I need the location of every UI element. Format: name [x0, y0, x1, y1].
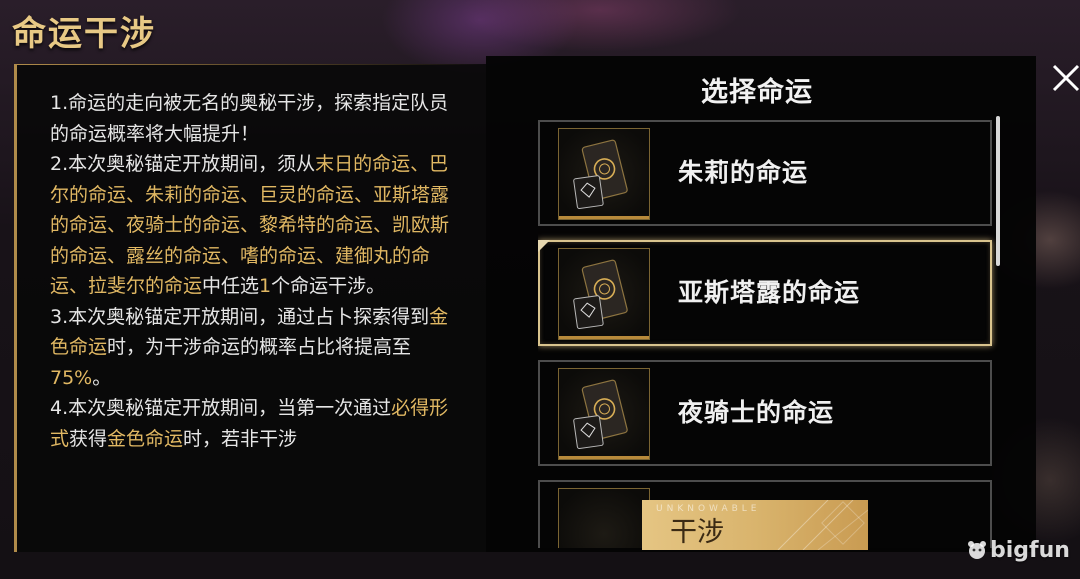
fate-item-label: 亚斯塔露的命运 — [678, 278, 861, 307]
rule-text: 个命运干涉。 — [271, 275, 386, 297]
rule-text: 时，若非干涉 — [183, 427, 298, 450]
fate-list[interactable]: 朱莉的命运 亚斯塔露的命运 夜骑士的命运 — [538, 116, 998, 548]
rules-panel: 1.命运的走向被无名的奥秘干涉，探索指定队员的命运概率将大幅提升！ 2.本次奥秘… — [14, 64, 486, 552]
list-scrollbar[interactable] — [996, 116, 1000, 266]
fate-item-astaroth[interactable]: 亚斯塔露的命运 — [538, 240, 992, 346]
rule-text: 获得 — [69, 427, 108, 450]
fate-item-julie[interactable]: 朱莉的命运 — [538, 120, 992, 226]
fate-item-label: 夜骑士的命运 — [678, 398, 835, 427]
fate-item-night-knight[interactable]: 夜骑士的命运 — [538, 360, 992, 466]
fate-card-icon — [558, 488, 650, 548]
interfere-button[interactable]: UNKNOWABLE 干涉 — [642, 500, 868, 550]
fate-card-icon — [558, 128, 650, 220]
rule-text: 中任选 — [202, 275, 260, 297]
interfere-button-label: 干涉 — [670, 517, 724, 548]
rule-text: 4.本次奥秘锚定开放期间，当第一次通过 — [50, 397, 392, 419]
rule-text: 时，为干涉命运的概率占比将提高至 — [107, 336, 412, 358]
highlight-text: 75% — [50, 366, 93, 389]
rule-2: 2.本次奥秘锚定开放期间，须从末日的命运、巴尔的命运、朱莉的命运、巨灵的命运、亚… — [50, 149, 450, 302]
watermark: bigfun — [966, 538, 1070, 563]
rule-3: 3.本次奥秘锚定开放期间，通过占卜探索得到金色命运时，为干涉命运的概率占比将提高… — [50, 302, 450, 394]
rule-1: 1.命运的走向被无名的奥秘干涉，探索指定队员的命运概率将大幅提升！ — [50, 92, 449, 145]
bigfun-logo-icon — [968, 541, 986, 559]
select-panel-title: 选择命运 — [701, 77, 813, 108]
rule-4: 4.本次奥秘锚定开放期间，当第一次通过必得形式获得金色命运时，若非干涉 — [50, 393, 450, 454]
button-decoration-icon — [777, 500, 868, 550]
rule-text: 。 — [92, 366, 112, 389]
close-icon[interactable] — [1050, 62, 1080, 94]
rule-text: 3.本次奥秘锚定开放期间，通过占卜探索得到 — [50, 305, 430, 328]
selected-corner-mark — [538, 240, 550, 252]
highlight-text: 1 — [259, 275, 272, 297]
fate-card-icon — [558, 368, 650, 460]
rule-text: 2.本次奥秘锚定开放期间，须从 — [50, 153, 316, 175]
highlight-text: 金色命运 — [107, 427, 184, 450]
rules-text[interactable]: 1.命运的走向被无名的奥秘干涉，探索指定队员的命运概率将大幅提升！ 2.本次奥秘… — [50, 88, 450, 454]
fate-select-panel: 选择命运 朱莉的命运 亚斯塔露的命运 夜骑士的命运 — [486, 56, 1036, 552]
page-title: 命运干涉 — [12, 14, 156, 54]
fate-item-label: 朱莉的命运 — [678, 158, 809, 187]
watermark-text: bigfun — [990, 538, 1070, 563]
fate-card-icon — [558, 248, 650, 340]
